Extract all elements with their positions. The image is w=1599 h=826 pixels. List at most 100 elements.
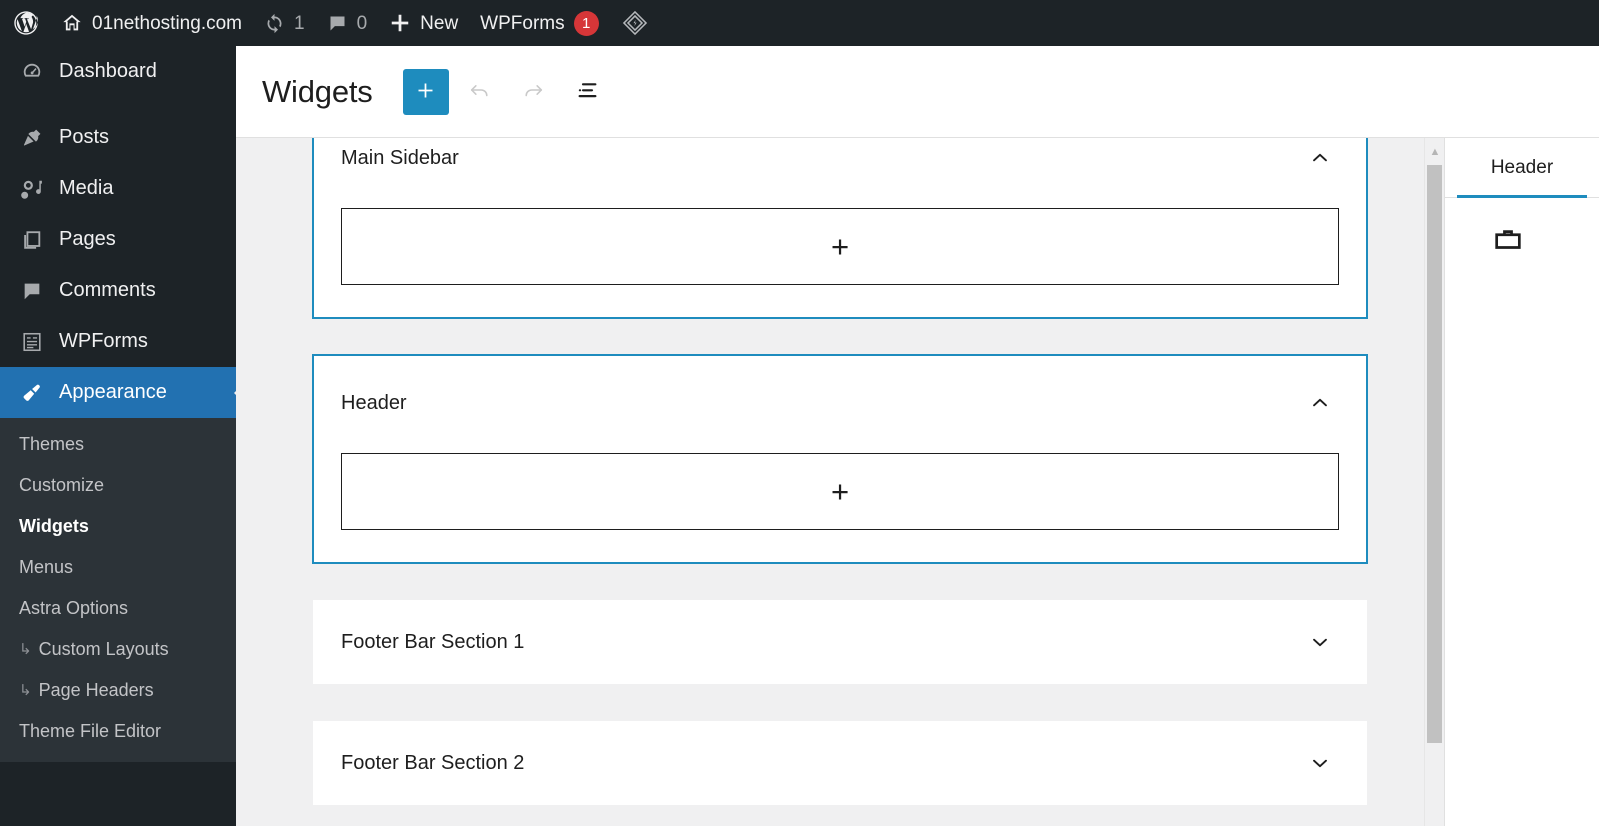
sidebar-item-astra-options[interactable]: Astra Options bbox=[0, 588, 236, 629]
admin-sidebar-menu: Dashboard Posts Media Pages Comments WPF… bbox=[0, 46, 236, 826]
inspector-sidebar: Header bbox=[1444, 138, 1599, 826]
pages-icon bbox=[19, 229, 45, 251]
plus-icon: + bbox=[830, 474, 850, 509]
paintbrush-icon bbox=[19, 382, 45, 404]
nested-arrow-icon: ↳ bbox=[19, 641, 32, 658]
undo-arrow-icon bbox=[467, 78, 492, 106]
editor-toolbar: Widgets bbox=[236, 46, 1599, 138]
new-content-label: New bbox=[420, 12, 459, 34]
chevron-down-icon[interactable] bbox=[1303, 625, 1337, 659]
tab-header[interactable]: Header bbox=[1445, 138, 1599, 198]
admin-bar-comments[interactable]: 0 bbox=[316, 0, 379, 46]
widget-area-title: Footer Bar Section 1 bbox=[341, 630, 525, 653]
add-block-button[interactable] bbox=[402, 68, 449, 115]
chevron-up-icon[interactable] bbox=[1303, 141, 1337, 175]
sidebar-item-custom-layouts[interactable]: ↳ Custom Layouts bbox=[0, 629, 236, 670]
sidebar-item-label: Posts bbox=[59, 126, 110, 148]
sidebar-item-posts[interactable]: Posts bbox=[0, 112, 236, 163]
editor-body: Main Sidebar + Header + Footer Bar Secti… bbox=[236, 138, 1599, 826]
inspector-panel-content bbox=[1445, 198, 1599, 261]
widget-area-body: + bbox=[313, 425, 1367, 563]
chevron-down-icon[interactable] bbox=[1303, 746, 1337, 780]
admin-bar: 01nethosting.com 1 0 New WPForms 1 bbox=[0, 0, 1599, 46]
comments-count: 0 bbox=[356, 12, 368, 34]
diamond-bolt-icon bbox=[621, 9, 649, 37]
pin-icon bbox=[19, 127, 45, 149]
comment-bubble-icon bbox=[327, 13, 348, 34]
widget-area-header[interactable]: Main Sidebar bbox=[313, 138, 1367, 180]
widget-area-title: Footer Bar Section 2 bbox=[341, 751, 525, 774]
widget-areas-canvas: Main Sidebar + Header + Footer Bar Secti… bbox=[236, 138, 1444, 826]
submenu-item-label: Customize bbox=[19, 475, 105, 495]
widget-area-title: Header bbox=[341, 391, 407, 414]
submenu-item-label: Menus bbox=[19, 557, 74, 577]
scroll-up-arrow-icon[interactable]: ▲ bbox=[1427, 144, 1443, 160]
sidebar-item-media[interactable]: Media bbox=[0, 163, 236, 214]
site-name-label: 01nethosting.com bbox=[92, 12, 242, 34]
sidebar-item-label: Media bbox=[59, 177, 114, 199]
widget-area-header[interactable]: Footer Bar Section 2 bbox=[313, 721, 1367, 805]
undo-button[interactable] bbox=[457, 69, 503, 115]
admin-bar-new-content[interactable]: New bbox=[378, 0, 469, 46]
plus-icon: + bbox=[830, 229, 850, 264]
submenu-item-label: Page Headers bbox=[38, 680, 154, 700]
sidebar-item-label: Appearance bbox=[59, 381, 167, 403]
sidebar-item-wpforms[interactable]: WPForms bbox=[0, 316, 236, 367]
sidebar-item-page-headers[interactable]: ↳ Page Headers bbox=[0, 670, 236, 711]
sidebar-item-label: Pages bbox=[59, 228, 116, 250]
wpforms-icon bbox=[19, 331, 45, 353]
menu-separator bbox=[0, 97, 236, 112]
nested-arrow-icon: ↳ bbox=[19, 682, 32, 699]
sidebar-item-theme-file-editor[interactable]: Theme File Editor bbox=[0, 711, 236, 752]
sidebar-item-label: Comments bbox=[59, 279, 156, 301]
sidebar-item-pages[interactable]: Pages bbox=[0, 214, 236, 265]
sidebar-item-themes[interactable]: Themes bbox=[0, 424, 236, 465]
admin-bar-performance-plugin[interactable] bbox=[610, 0, 660, 46]
block-appender-header[interactable]: + bbox=[341, 453, 1339, 530]
comment-icon bbox=[19, 280, 45, 302]
vertical-scrollbar[interactable]: ▲ bbox=[1424, 138, 1444, 826]
submenu-item-label: Custom Layouts bbox=[38, 639, 169, 659]
wpforms-label: WPForms bbox=[480, 12, 565, 34]
wordpress-icon bbox=[12, 9, 40, 37]
admin-bar-site-name[interactable]: 01nethosting.com bbox=[50, 0, 253, 46]
block-appender-main-sidebar[interactable]: + bbox=[341, 208, 1339, 285]
sidebar-item-appearance[interactable]: Appearance bbox=[0, 367, 236, 418]
media-icon bbox=[19, 178, 45, 200]
updates-count: 1 bbox=[294, 12, 305, 34]
submenu-item-label: Astra Options bbox=[19, 598, 129, 618]
widget-area-footer-bar-section-2[interactable]: Footer Bar Section 2 bbox=[313, 721, 1367, 805]
redo-button[interactable] bbox=[511, 69, 557, 115]
inspector-tab-label: Header bbox=[1490, 156, 1554, 178]
admin-bar-wpforms[interactable]: WPForms 1 bbox=[469, 0, 609, 46]
widget-area-header[interactable]: Footer Bar Section 1 bbox=[313, 600, 1367, 684]
updates-icon bbox=[264, 13, 285, 34]
legacy-widget-icon bbox=[1491, 230, 1525, 260]
submenu-item-label: Themes bbox=[19, 434, 85, 454]
sidebar-item-customize[interactable]: Customize bbox=[0, 465, 236, 506]
admin-bar-wordpress-logo[interactable] bbox=[0, 0, 50, 46]
widget-area-body: + bbox=[313, 180, 1367, 318]
sidebar-item-label: WPForms bbox=[59, 330, 148, 352]
appearance-submenu: Themes Customize Widgets Menus Astra Opt… bbox=[0, 418, 236, 762]
sidebar-item-menus[interactable]: Menus bbox=[0, 547, 236, 588]
list-view-button[interactable] bbox=[565, 69, 611, 115]
sidebar-item-comments[interactable]: Comments bbox=[0, 265, 236, 316]
sidebar-item-widgets[interactable]: Widgets bbox=[0, 506, 236, 547]
widget-area-footer-bar-section-1[interactable]: Footer Bar Section 1 bbox=[313, 600, 1367, 684]
widget-area-header[interactable]: Header bbox=[313, 355, 1367, 425]
widget-area-main-sidebar[interactable]: Main Sidebar + bbox=[312, 138, 1368, 319]
wpforms-badge: 1 bbox=[573, 10, 599, 36]
dashboard-icon bbox=[19, 61, 45, 83]
scrollbar-thumb[interactable] bbox=[1427, 165, 1442, 743]
plus-icon bbox=[415, 80, 436, 104]
admin-bar-updates[interactable]: 1 bbox=[253, 0, 316, 46]
sidebar-item-dashboard[interactable]: Dashboard bbox=[0, 46, 236, 97]
plus-icon bbox=[389, 12, 411, 34]
home-icon bbox=[61, 12, 83, 34]
widget-area-header-section[interactable]: Header + bbox=[312, 354, 1368, 564]
redo-arrow-icon bbox=[521, 78, 546, 106]
inspector-tab-bar: Header bbox=[1445, 138, 1599, 198]
page-title: Widgets bbox=[262, 73, 373, 109]
chevron-up-icon[interactable] bbox=[1303, 386, 1337, 420]
